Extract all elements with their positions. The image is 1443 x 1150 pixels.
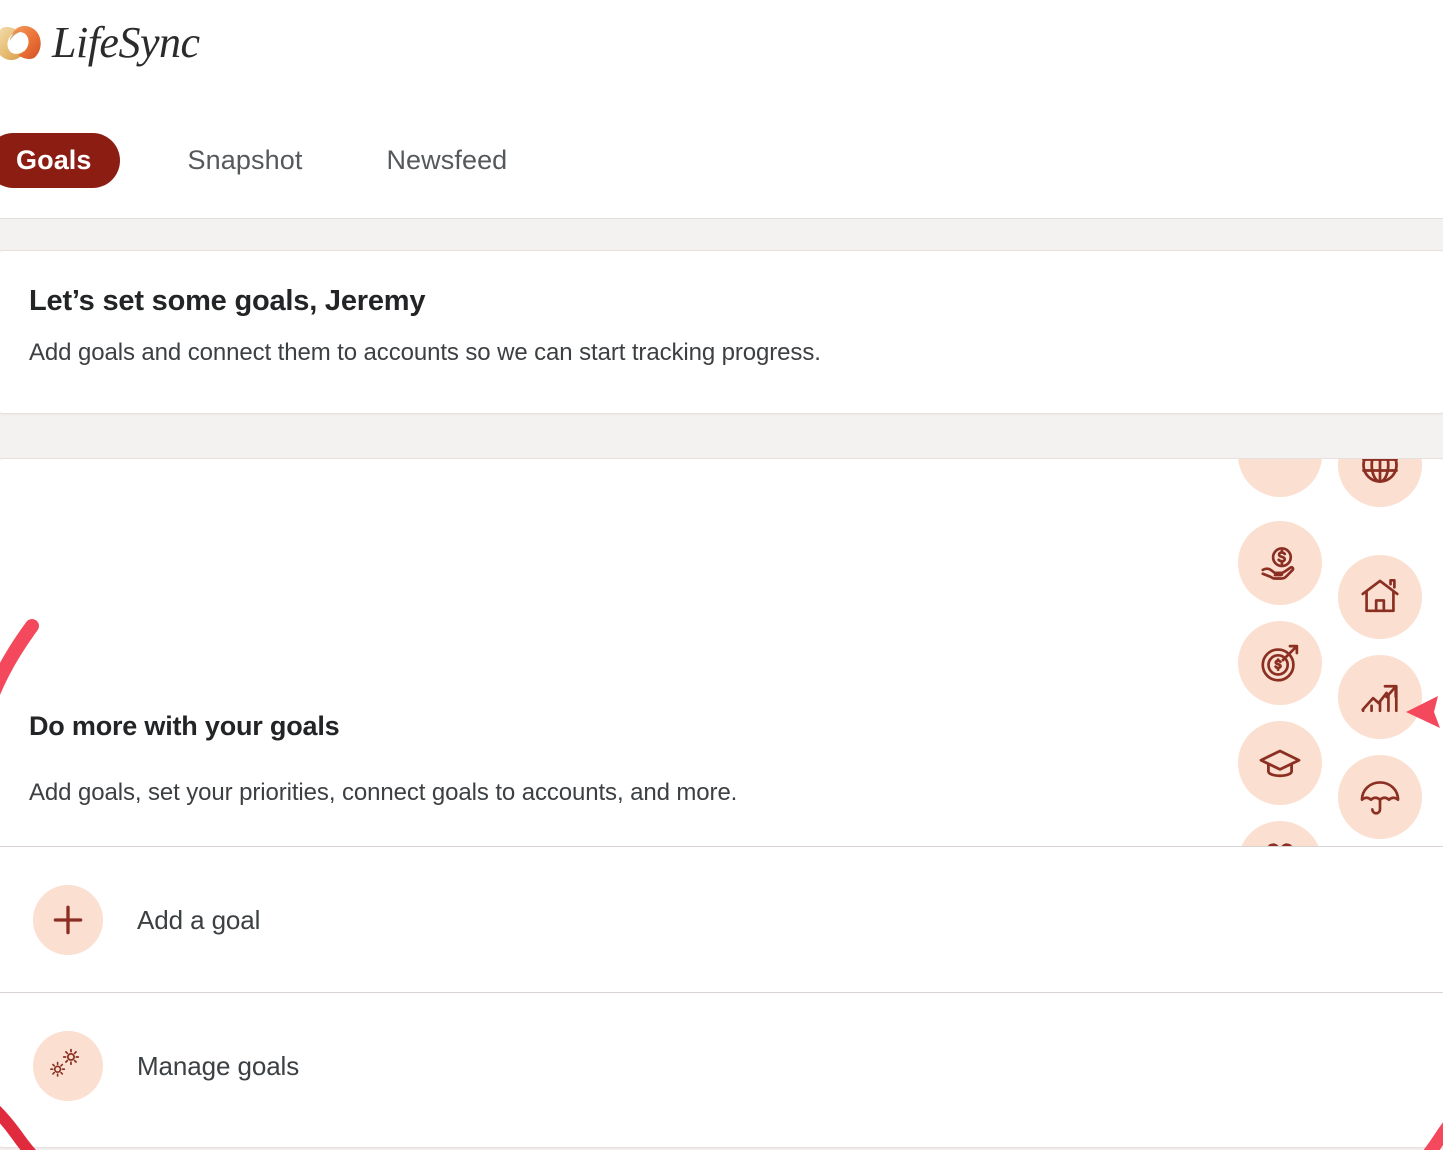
promo-subtitle: Add goals, set your priorities, connect … bbox=[29, 779, 738, 806]
umbrella-icon bbox=[1338, 755, 1422, 839]
tab-goals[interactable]: Goals bbox=[0, 133, 120, 188]
gears-icon bbox=[33, 1031, 103, 1101]
add-goal-label: Add a goal bbox=[137, 904, 261, 935]
globe-icon bbox=[1338, 459, 1422, 507]
alarm-clock-icon bbox=[1238, 821, 1322, 847]
add-goal-row[interactable]: Add a goal bbox=[0, 847, 1443, 993]
tab-newsfeed[interactable]: Newsfeed bbox=[360, 133, 533, 188]
lifesync-swirl-icon bbox=[0, 14, 42, 72]
graduation-cap-icon bbox=[1238, 721, 1322, 805]
intro-title: Let’s set some goals, Jeremy bbox=[29, 285, 426, 317]
brand-name: LifeSync bbox=[52, 18, 200, 67]
house-icon bbox=[1338, 555, 1422, 639]
manage-goals-label: Manage goals bbox=[137, 1050, 300, 1081]
manage-goals-row[interactable]: Manage goals bbox=[0, 993, 1443, 1139]
app-header: LifeSync Goals Snapshot Newsfeed bbox=[0, 0, 1443, 219]
app-page: LifeSync Goals Snapshot Newsfeed Let’s s… bbox=[0, 0, 1443, 1150]
money-in-hand-icon bbox=[1238, 521, 1322, 605]
promo-title: Do more with your goals bbox=[29, 711, 340, 741]
primary-tabs: Goals Snapshot Newsfeed bbox=[0, 133, 533, 188]
promo-body: Do more with your goals Add goals, set y… bbox=[0, 459, 1443, 847]
growth-chart-icon bbox=[1338, 655, 1422, 739]
promo-card: Do more with your goals Add goals, set y… bbox=[0, 458, 1443, 1148]
target-dollar-icon bbox=[1238, 621, 1322, 705]
intro-subtitle: Add goals and connect them to accounts s… bbox=[29, 339, 821, 366]
brand-logo[interactable]: LifeSync bbox=[0, 14, 200, 72]
goal-category-icon-collage bbox=[1228, 459, 1443, 847]
plus-icon bbox=[33, 885, 103, 955]
intro-card: Let’s set some goals, Jeremy Add goals a… bbox=[0, 250, 1443, 414]
tab-snapshot[interactable]: Snapshot bbox=[162, 133, 329, 188]
unknown-partial-top-icon bbox=[1238, 459, 1322, 497]
